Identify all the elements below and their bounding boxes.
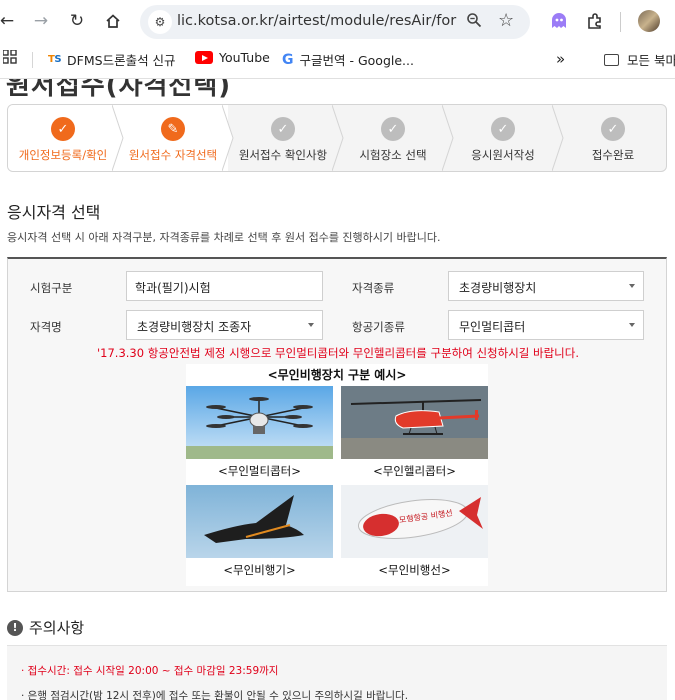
check-icon: ✓ xyxy=(601,117,625,141)
step-label: 원서접수 자격선택 xyxy=(128,148,218,162)
url-text[interactable]: lic.kotsa.or.kr/airtest/module/resAir/fo… xyxy=(177,13,457,29)
page-title: 원서접수(자격선택) xyxy=(6,79,232,101)
bookmark-dfms[interactable]: TS DFMS드론출석 신규 xyxy=(48,50,176,69)
license-kind-select[interactable]: 초경량비행장치 xyxy=(448,271,644,301)
step-personal-info: ✓ 개인정보등록/확인 xyxy=(8,105,118,171)
apps-grid-icon[interactable] xyxy=(3,50,17,64)
bookmark-label: YouTube xyxy=(219,50,270,65)
caution-line-time: · 접수시간: 접수 시작일 20:00 ~ 접수 마감일 23:59까지 xyxy=(21,665,279,677)
bookmark-label: DFMS드론출석 신규 xyxy=(67,53,176,68)
reload-icon[interactable]: ↻ xyxy=(62,6,92,36)
airship-caption: <무인비행선> xyxy=(378,563,451,577)
license-name-label: 자격명 xyxy=(30,320,62,334)
bookmarks-overflow-button[interactable]: » xyxy=(556,50,565,68)
step-chevron xyxy=(112,105,124,171)
step-chevron xyxy=(442,105,454,171)
caution-line-bank: · 은행 점검시간(밤 12시 전후)에 접수 또는 환불이 안될 수 있으니 … xyxy=(21,690,409,700)
extensions-puzzle-icon[interactable] xyxy=(584,10,606,32)
helicopter-image xyxy=(341,386,488,459)
chevron-down-icon xyxy=(629,323,635,327)
info-icon: ! xyxy=(7,619,23,636)
zoom-icon[interactable] xyxy=(466,12,482,32)
bookmarks-bar: TS DFMS드론출석 신규 YouTube G 구글번역 - Google..… xyxy=(0,44,675,74)
license-name-value: 초경량비행장치 조종자 xyxy=(137,320,252,334)
bookmark-label: 모든 북마크 xyxy=(627,53,675,68)
aircraft-type-label: 항공기종류 xyxy=(352,320,405,334)
check-icon: ✓ xyxy=(491,117,515,141)
check-icon: ✓ xyxy=(271,117,295,141)
notice-text: '17.3.30 항공안전법 제정 시행으로 무인멀티콥터와 무인헬리콥터를 구… xyxy=(97,346,579,360)
aircraft-type-select[interactable]: 무인멀티콥터 xyxy=(448,310,644,340)
diagram-title: <무인비행장치 구분 예시> xyxy=(267,368,407,382)
airship-image: 모형항공 비행선 xyxy=(341,485,488,558)
caution-box: · 접수시간: 접수 시작일 20:00 ~ 접수 마감일 23:59까지 · … xyxy=(7,645,667,700)
step-qualification-select: ✎ 원서접수 자격선택 xyxy=(118,105,228,171)
step-complete: ✓ 접수완료 xyxy=(558,105,666,171)
step-label: 개인정보등록/확인 xyxy=(18,148,108,162)
bookmarks-separator xyxy=(32,52,33,68)
fixed-wing-caption: <무인비행기> xyxy=(223,563,296,577)
aircraft-type-value: 무인멀티콥터 xyxy=(459,320,526,334)
caution-heading: ! 주의사항 xyxy=(7,617,84,638)
section-title: 응시자격 선택 xyxy=(7,203,101,222)
exam-type-field[interactable]: 학과(필기)시험 xyxy=(126,271,323,301)
fixed-wing-image xyxy=(186,485,333,558)
step-label: 원서접수 확인사항 xyxy=(238,148,328,162)
step-chevron xyxy=(222,105,234,171)
license-kind-value: 초경량비행장치 xyxy=(459,281,537,295)
license-name-select[interactable]: 초경량비행장치 조종자 xyxy=(126,310,323,340)
step-chevron xyxy=(552,105,564,171)
profile-avatar[interactable] xyxy=(638,10,660,32)
youtube-icon xyxy=(195,51,213,64)
check-icon: ✓ xyxy=(381,117,405,141)
bookmark-label: 구글번역 - Google... xyxy=(299,53,414,68)
qualification-form: 시험구분 학과(필기)시험 자격종류 초경량비행장치 자격명 초경량비행장치 조… xyxy=(7,257,667,592)
site-info-icon[interactable]: ⚙ xyxy=(148,10,172,34)
chevron-down-icon xyxy=(629,284,635,288)
browser-chrome: ← → ↻ ⚙ lic.kotsa.or.kr/airtest/module/r… xyxy=(0,0,675,80)
exam-type-label: 시험구분 xyxy=(30,281,73,295)
multicopter-image xyxy=(186,386,333,459)
pencil-icon: ✎ xyxy=(161,117,185,141)
step-label: 접수완료 xyxy=(591,148,635,162)
step-exam-location: ✓ 시험장소 선택 xyxy=(338,105,448,171)
forward-icon[interactable]: → xyxy=(26,6,56,36)
bookmark-star-icon[interactable]: ☆ xyxy=(498,10,514,31)
step-application-form: ✓ 응시원서작성 xyxy=(448,105,558,171)
step-label: 응시원서작성 xyxy=(471,148,535,162)
google-icon: G xyxy=(282,51,294,68)
bookmark-google-translate[interactable]: G 구글번역 - Google... xyxy=(282,50,414,69)
step-chevron xyxy=(332,105,344,171)
home-icon[interactable] xyxy=(98,6,128,36)
toolbar-divider xyxy=(620,12,621,32)
drone-type-diagram: <무인비행장치 구분 예시> <무인멀티콥터> <무인헬리콥터> <무인비행기>… xyxy=(186,364,488,586)
ts-logo-icon: TS xyxy=(48,54,62,65)
progress-steps: ✓ 개인정보등록/확인 ✎ 원서접수 자격선택 ✓ 원서접수 확인사항 ✓ 시험… xyxy=(7,104,667,172)
license-kind-label: 자격종류 xyxy=(352,281,395,295)
back-icon[interactable]: ← xyxy=(0,6,22,36)
step-confirm-items: ✓ 원서접수 확인사항 xyxy=(228,105,338,171)
chevron-down-icon xyxy=(308,323,314,327)
page-content: 원서접수(자격선택) ✓ 개인정보등록/확인 ✎ 원서접수 자격선택 ✓ 원서접… xyxy=(0,79,675,700)
caution-title: 주의사항 xyxy=(29,619,85,637)
multicopter-caption: <무인멀티콥터> xyxy=(218,464,301,478)
extension-ghost-icon[interactable] xyxy=(548,10,570,32)
browser-toolbar: ← → ↻ ⚙ lic.kotsa.or.kr/airtest/module/r… xyxy=(0,0,675,44)
check-icon: ✓ xyxy=(51,117,75,141)
bookmark-youtube[interactable]: YouTube xyxy=(195,50,270,65)
folder-icon xyxy=(604,53,619,66)
address-bar[interactable]: ⚙ lic.kotsa.or.kr/airtest/module/resAir/… xyxy=(140,5,530,39)
helicopter-caption: <무인헬리콥터> xyxy=(373,464,456,478)
bookmark-all[interactable]: 모든 북마크 xyxy=(604,50,675,69)
section-description: 응시자격 선택 시 아래 자격구분, 자격종류를 차례로 선택 후 원서 접수를… xyxy=(7,231,441,244)
step-label: 시험장소 선택 xyxy=(359,148,427,162)
